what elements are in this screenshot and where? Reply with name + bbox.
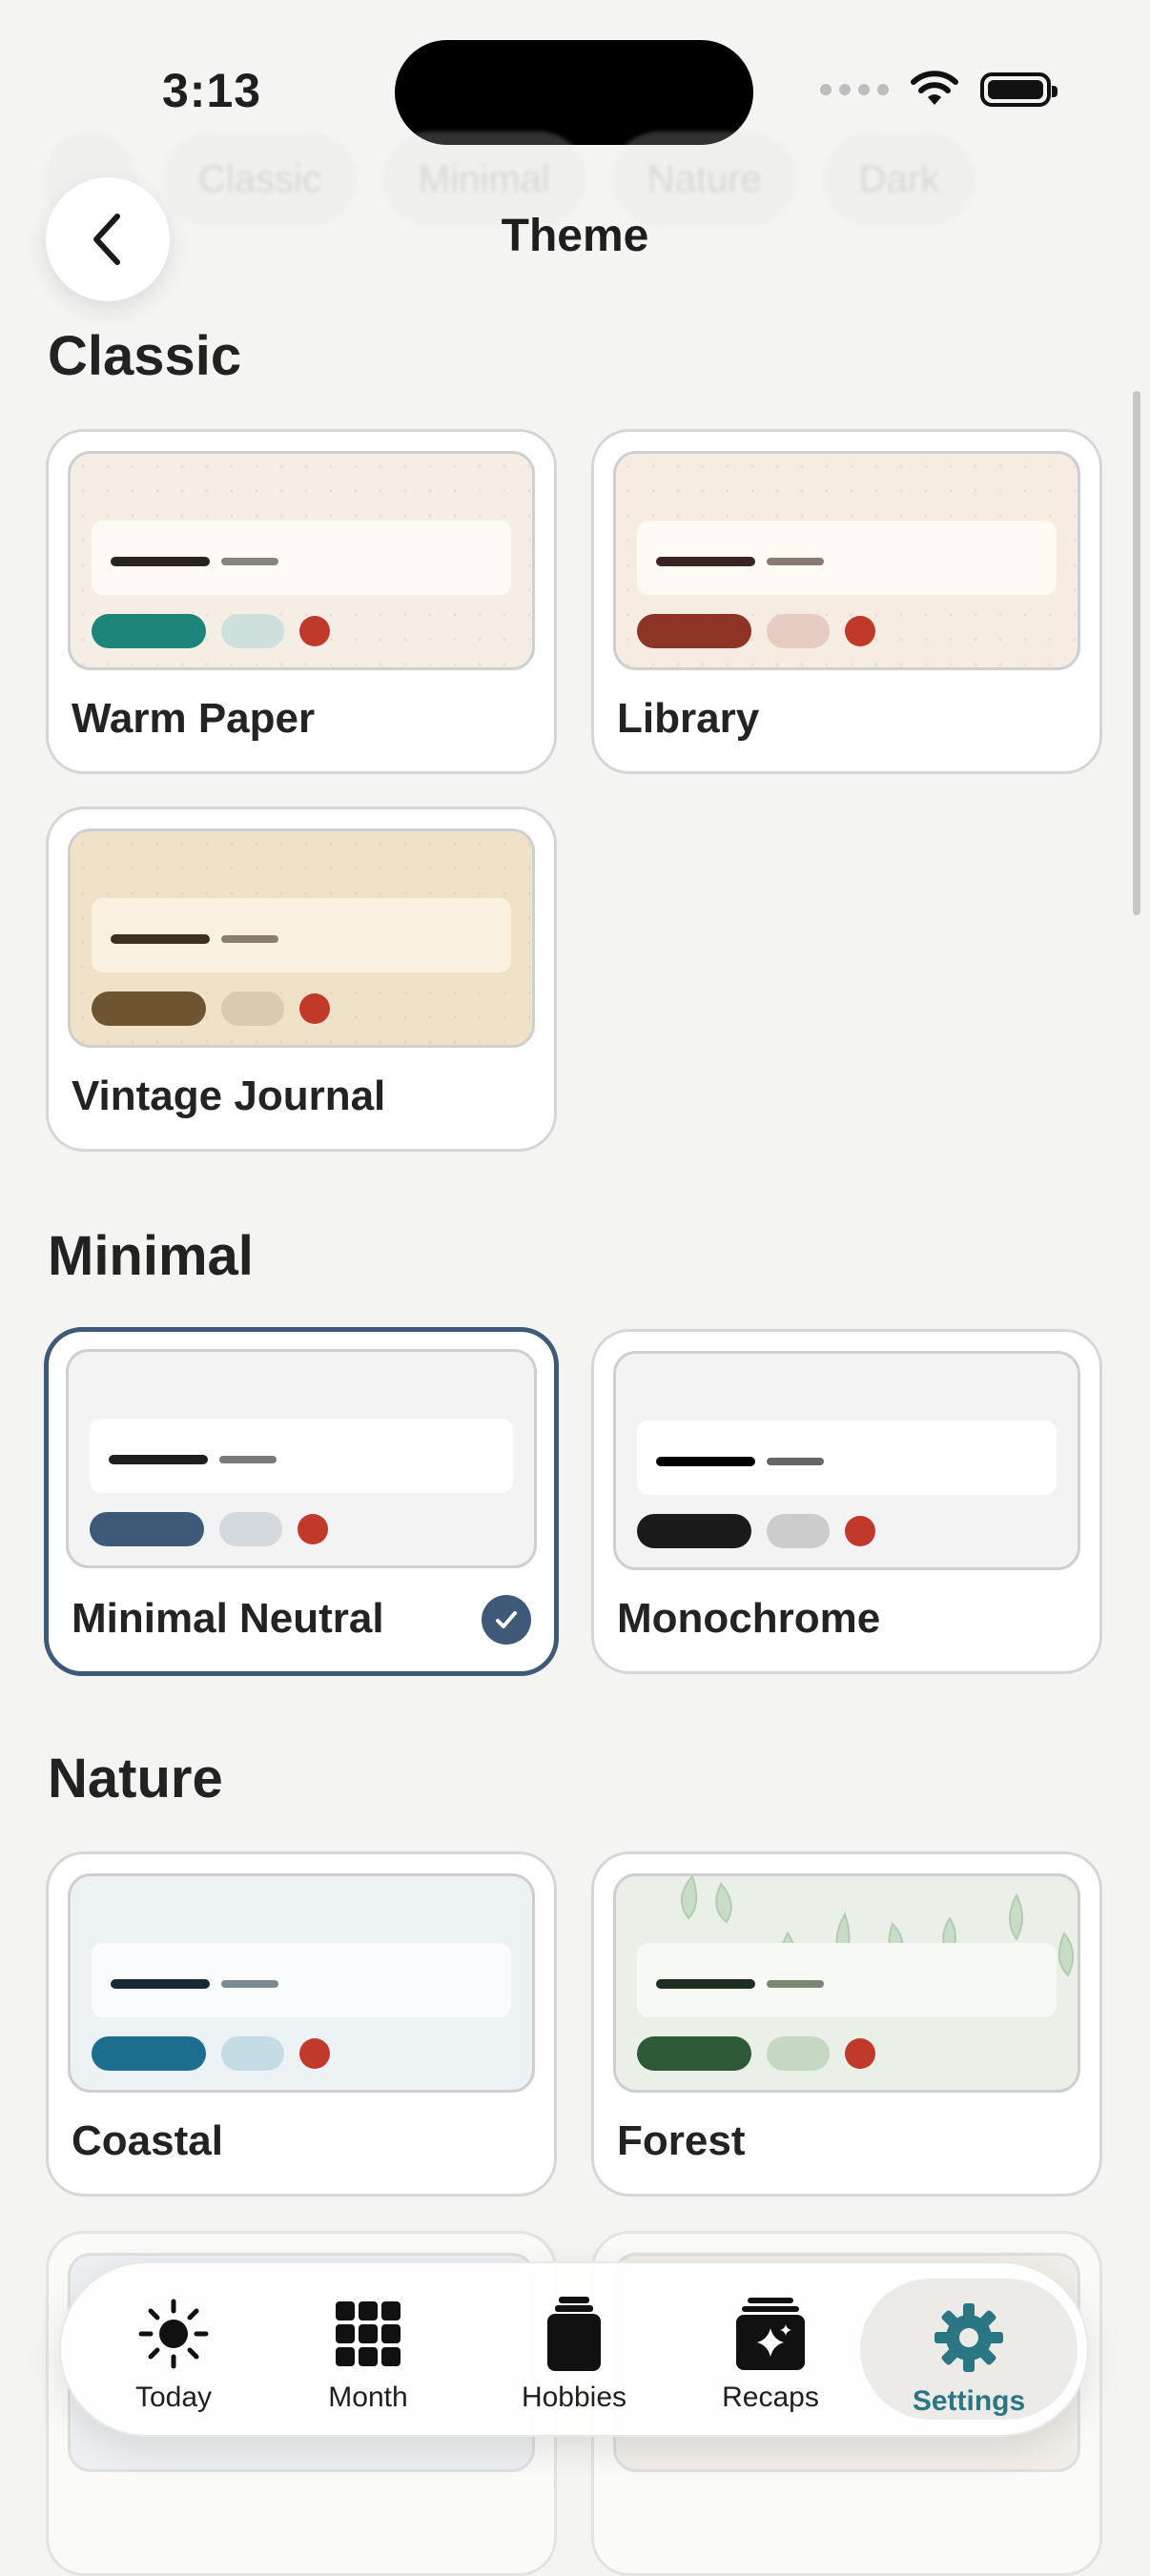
theme-card-library[interactable]: Library [591, 429, 1102, 774]
tab-label: Recaps [722, 2382, 819, 2413]
tab-label: Settings [912, 2385, 1026, 2417]
dynamic-island [395, 40, 753, 145]
selected-checkmark-icon [482, 1595, 531, 1645]
theme-card-minimal-neutral[interactable]: Minimal Neutral [44, 1327, 559, 1676]
theme-card-vintage-journal[interactable]: Vintage Journal [46, 807, 557, 1152]
theme-card-monochrome[interactable]: Monochrome [591, 1329, 1102, 1674]
theme-name: Monochrome [617, 1595, 881, 1642]
theme-card-warm-paper[interactable]: Warm Paper [46, 429, 557, 774]
tab-today[interactable]: Today [80, 2263, 267, 2435]
status-icons [820, 71, 1058, 109]
scrollbar[interactable] [1133, 391, 1140, 915]
theme-preview [68, 451, 535, 670]
tab-hobbies[interactable]: Hobbies [481, 2263, 667, 2435]
status-time: 3:13 [162, 64, 262, 117]
sparkle-stack-icon [734, 2296, 807, 2372]
theme-preview [66, 1349, 537, 1568]
theme-name: Coastal [72, 2117, 223, 2164]
grid-icon [334, 2296, 402, 2372]
theme-preview [613, 1351, 1080, 1570]
section-title-classic: Classic [48, 325, 242, 387]
tab-label: Month [328, 2382, 408, 2413]
theme-name: Warm Paper [72, 695, 316, 742]
tab-recaps[interactable]: Recaps [677, 2263, 864, 2435]
theme-preview [613, 1873, 1080, 2093]
theme-name: Minimal Neutral [72, 1595, 384, 1642]
theme-name: Forest [617, 2117, 746, 2164]
theme-name: Library [617, 695, 760, 742]
battery-icon [980, 72, 1058, 107]
tab-bar: Today Month Hobbies Recaps Settings [59, 2261, 1089, 2437]
theme-preview [68, 828, 535, 1048]
section-title-minimal: Minimal [48, 1225, 254, 1287]
wifi-icon [911, 71, 958, 105]
cellular-signal-icon [820, 84, 889, 95]
theme-card-forest[interactable]: Forest [591, 1851, 1102, 2197]
theme-name: Vintage Journal [72, 1073, 386, 1119]
tab-month[interactable]: Month [275, 2263, 462, 2435]
theme-preview [613, 451, 1080, 670]
tab-label: Hobbies [521, 2382, 627, 2413]
page-title: Theme [501, 211, 649, 261]
sun-icon [135, 2296, 212, 2372]
theme-card-coastal[interactable]: Coastal [46, 1851, 557, 2197]
tab-label: Today [134, 2382, 213, 2413]
gear-icon [933, 2300, 1005, 2376]
jar-icon [544, 2296, 605, 2372]
theme-preview [68, 1873, 535, 2093]
tab-settings[interactable]: Settings [860, 2279, 1078, 2420]
section-title-nature: Nature [48, 1748, 223, 1809]
